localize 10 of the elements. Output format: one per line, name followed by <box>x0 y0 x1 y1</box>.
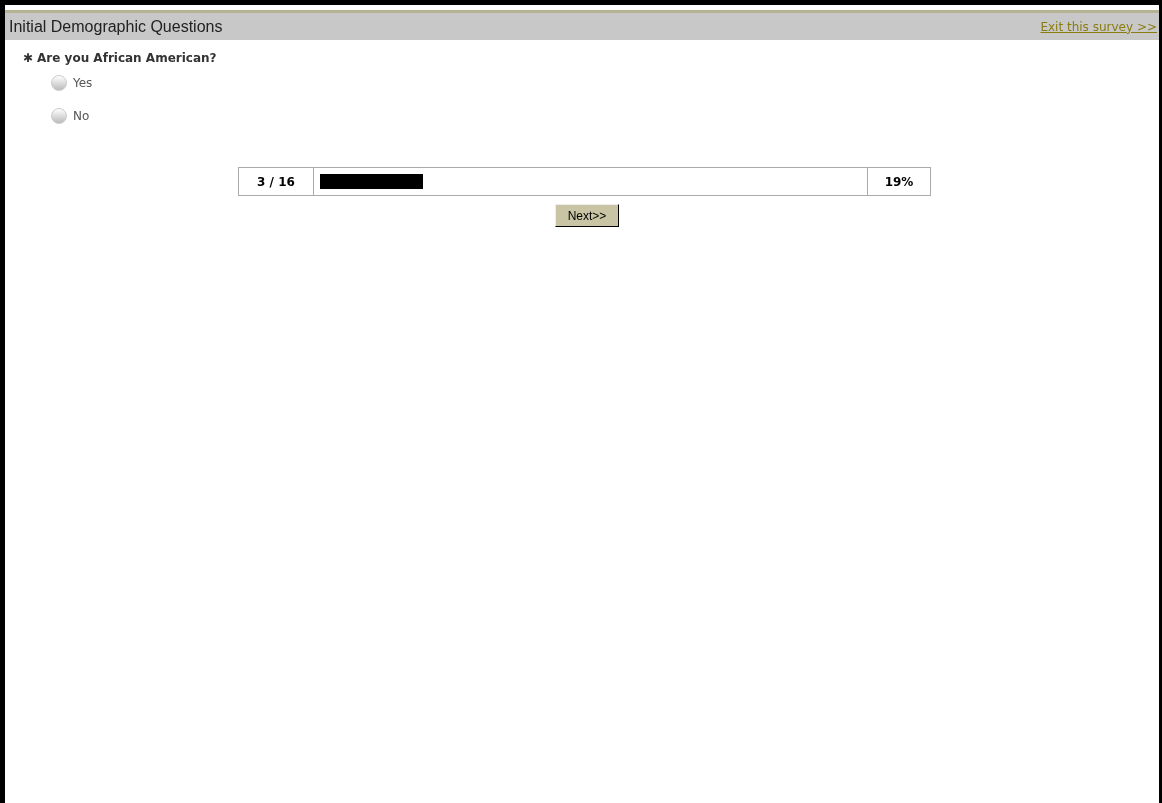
section-title: Initial Demographic Questions <box>9 16 223 37</box>
radio-button[interactable] <box>51 108 67 124</box>
question-text: Are you African American? <box>37 50 217 67</box>
option-label: No <box>73 108 90 125</box>
option-label: Yes <box>73 75 93 92</box>
progress-percent: 19% <box>867 168 930 195</box>
radio-button[interactable] <box>51 75 67 91</box>
next-button[interactable]: Next>> <box>554 204 620 227</box>
required-mark: ✱ <box>23 50 34 67</box>
progress-position: 3 / 16 <box>239 168 314 195</box>
